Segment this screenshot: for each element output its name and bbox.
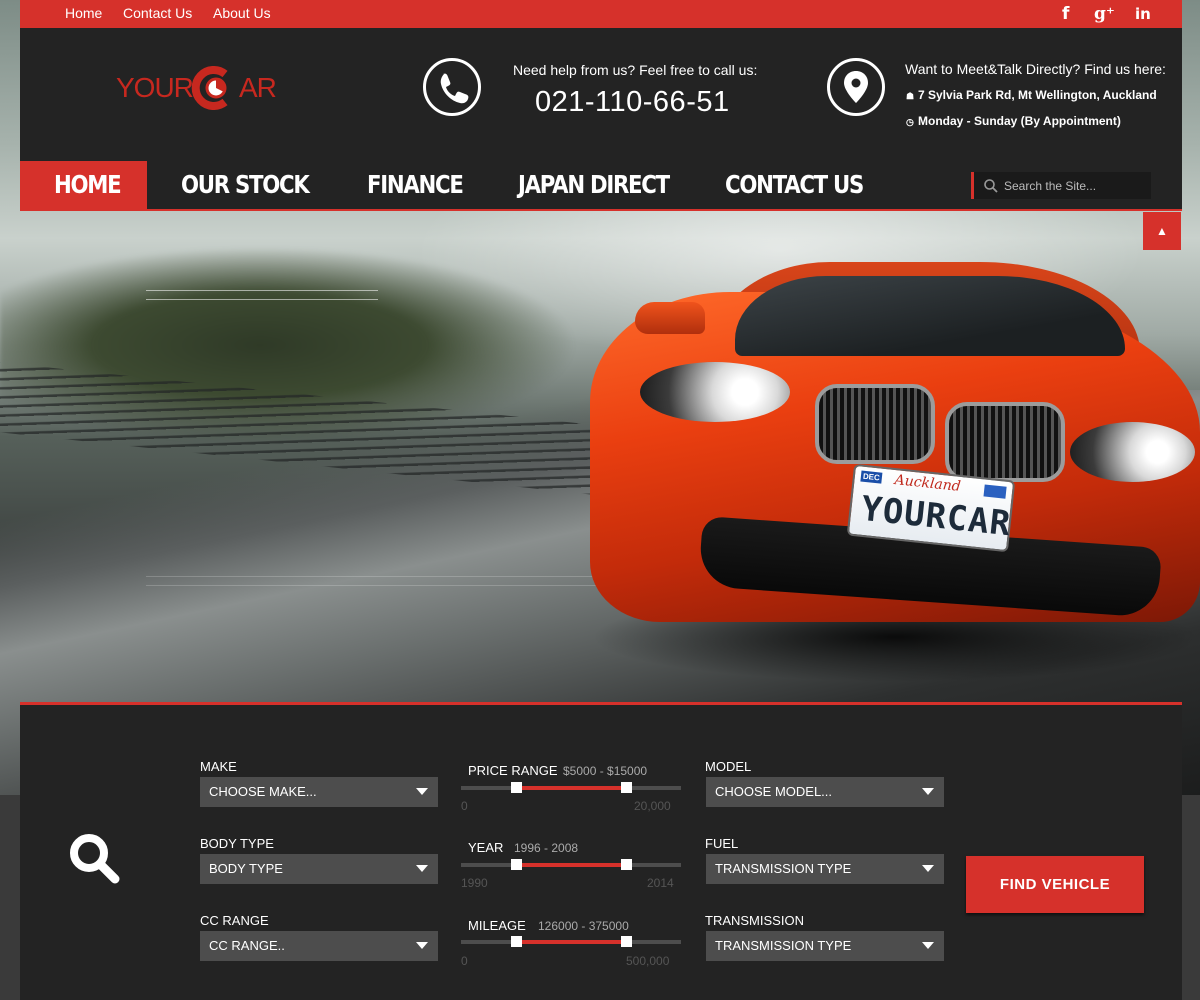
mileage-range-handle-min[interactable] xyxy=(511,936,523,947)
address-line: ☗ 7 Sylvia Park Rd, Mt Wellington, Auckla… xyxy=(906,88,1157,102)
fuel-select-value: TRANSMISSION TYPE xyxy=(715,861,852,876)
plate-flag-icon xyxy=(983,484,1007,499)
site-search xyxy=(971,172,1151,199)
year-range-handle-max[interactable] xyxy=(621,859,632,870)
model-select-value: CHOOSE MODEL... xyxy=(715,784,833,799)
chevron-down-icon xyxy=(416,788,428,795)
nav-item-finance[interactable]: FINANCE xyxy=(367,161,464,209)
car-headlight-right xyxy=(1070,422,1195,482)
plate-dec: DEC xyxy=(860,470,883,484)
price-range-label: PRICE RANGE xyxy=(468,763,558,778)
price-range-max: 20,000 xyxy=(634,799,671,813)
site-logo[interactable]: YOUR AR xyxy=(116,66,286,110)
car-windshield xyxy=(735,276,1125,356)
hero-car-image: DEC Auckland YOURCAR xyxy=(580,262,1200,682)
mileage-range-max: 500,000 xyxy=(626,954,670,968)
mileage-value: 126000 - 375000 xyxy=(538,919,629,933)
logo-text-your: YOUR xyxy=(116,72,194,103)
magnifier-icon xyxy=(70,834,120,884)
year-value: 1996 - 2008 xyxy=(514,841,579,855)
body-type-select[interactable]: BODY TYPE xyxy=(200,854,438,884)
model-label: MODEL xyxy=(705,759,752,774)
site-header: YOUR AR Need help from us? Feel free to … xyxy=(20,28,1182,161)
phone-icon xyxy=(423,58,481,116)
address-text: 7 Sylvia Park Rd, Mt Wellington, Aucklan… xyxy=(918,88,1157,102)
find-vehicle-button[interactable]: FIND VEHICLE xyxy=(966,856,1144,913)
car-grille-right xyxy=(945,402,1065,482)
nav-item-contact-us[interactable]: CONTACT US xyxy=(725,161,864,209)
mileage-range-min: 0 xyxy=(461,954,468,968)
cc-range-select[interactable]: CC RANGE.. xyxy=(200,931,438,961)
year-range-max: 2014 xyxy=(647,876,674,890)
cc-range-label: CC RANGE xyxy=(200,913,269,928)
search-icon[interactable] xyxy=(983,178,999,194)
chevron-down-icon xyxy=(922,865,934,872)
mileage-range-fill xyxy=(516,940,626,944)
year-label: YEAR xyxy=(468,840,504,855)
help-text: Need help from us? Feel free to call us: xyxy=(513,62,758,78)
mileage-range-handle-max[interactable] xyxy=(621,936,632,947)
hours-text: Monday - Sunday (By Appointment) xyxy=(918,114,1121,128)
make-select-value: CHOOSE MAKE... xyxy=(209,784,317,799)
facebook-icon[interactable]: f xyxy=(1062,4,1069,24)
nav-item-home[interactable]: HOME xyxy=(54,161,122,209)
price-range-handle-max[interactable] xyxy=(621,782,632,793)
year-range-fill xyxy=(516,863,626,867)
cc-range-select-value: CC RANGE.. xyxy=(209,938,285,953)
body-type-select-value: BODY TYPE xyxy=(209,861,283,876)
year-range-handle-min[interactable] xyxy=(511,859,522,870)
main-nav: HOME OUR STOCK FINANCE JAPAN DIRECT CONT… xyxy=(20,161,1182,211)
chevron-down-icon xyxy=(922,788,934,795)
year-range-min: 1990 xyxy=(461,876,488,890)
chevron-down-icon xyxy=(922,942,934,949)
search-input[interactable] xyxy=(1004,172,1149,199)
logo-c-emblem-icon xyxy=(191,66,228,110)
price-range-min: 0 xyxy=(461,799,468,813)
nav-item-our-stock[interactable]: OUR STOCK xyxy=(181,161,310,209)
hours-line: ◷ Monday - Sunday (By Appointment) xyxy=(906,114,1121,128)
mileage-range-slider[interactable] xyxy=(461,936,681,947)
clock-icon: ◷ xyxy=(906,117,914,127)
home-icon: ☗ xyxy=(906,91,915,101)
google-plus-icon[interactable]: g⁺ xyxy=(1094,4,1115,24)
year-range-slider[interactable] xyxy=(461,859,681,870)
linkedin-icon[interactable]: in xyxy=(1135,5,1151,23)
hero-deco-line xyxy=(146,290,378,291)
top-link-contact-us[interactable]: Contact Us xyxy=(123,5,192,21)
vehicle-search-panel: MAKE CHOOSE MAKE... BODY TYPE BODY TYPE … xyxy=(20,702,1182,1000)
make-label: MAKE xyxy=(200,759,237,774)
price-range-handle-min[interactable] xyxy=(511,782,522,793)
price-range-fill xyxy=(516,786,626,790)
top-link-home[interactable]: Home xyxy=(65,5,102,21)
model-select[interactable]: CHOOSE MODEL... xyxy=(706,777,944,807)
scroll-to-top-button[interactable]: ▲ xyxy=(1143,212,1181,250)
transmission-select-value: TRANSMISSION TYPE xyxy=(715,938,852,953)
chevron-down-icon xyxy=(416,942,428,949)
plate-region: Auckland xyxy=(893,472,962,495)
top-link-about-us[interactable]: About Us xyxy=(213,5,271,21)
fuel-select[interactable]: TRANSMISSION TYPE xyxy=(706,854,944,884)
meet-text: Want to Meet&Talk Directly? Find us here… xyxy=(905,61,1166,77)
make-select[interactable]: CHOOSE MAKE... xyxy=(200,777,438,807)
price-range-value: $5000 - $15000 xyxy=(563,764,648,778)
car-mirror xyxy=(635,302,705,334)
nav-item-japan-direct[interactable]: JAPAN DIRECT xyxy=(518,161,670,209)
body-type-label: BODY TYPE xyxy=(200,836,274,851)
location-pin-icon xyxy=(827,58,885,116)
chevron-down-icon xyxy=(416,865,428,872)
transmission-select[interactable]: TRANSMISSION TYPE xyxy=(706,931,944,961)
logo-text-ar: AR xyxy=(239,72,277,103)
hero-deco-line xyxy=(146,299,378,300)
transmission-label: TRANSMISSION xyxy=(705,913,804,928)
car-headlight-left xyxy=(640,362,790,422)
phone-number[interactable]: 021-110-66-51 xyxy=(535,86,730,119)
car-grille-left xyxy=(815,384,935,464)
price-range-slider[interactable] xyxy=(461,782,681,793)
top-bar: Home Contact Us About Us f g⁺ in xyxy=(20,0,1182,28)
fuel-label: FUEL xyxy=(705,836,739,851)
mileage-label: MILEAGE xyxy=(468,918,526,933)
